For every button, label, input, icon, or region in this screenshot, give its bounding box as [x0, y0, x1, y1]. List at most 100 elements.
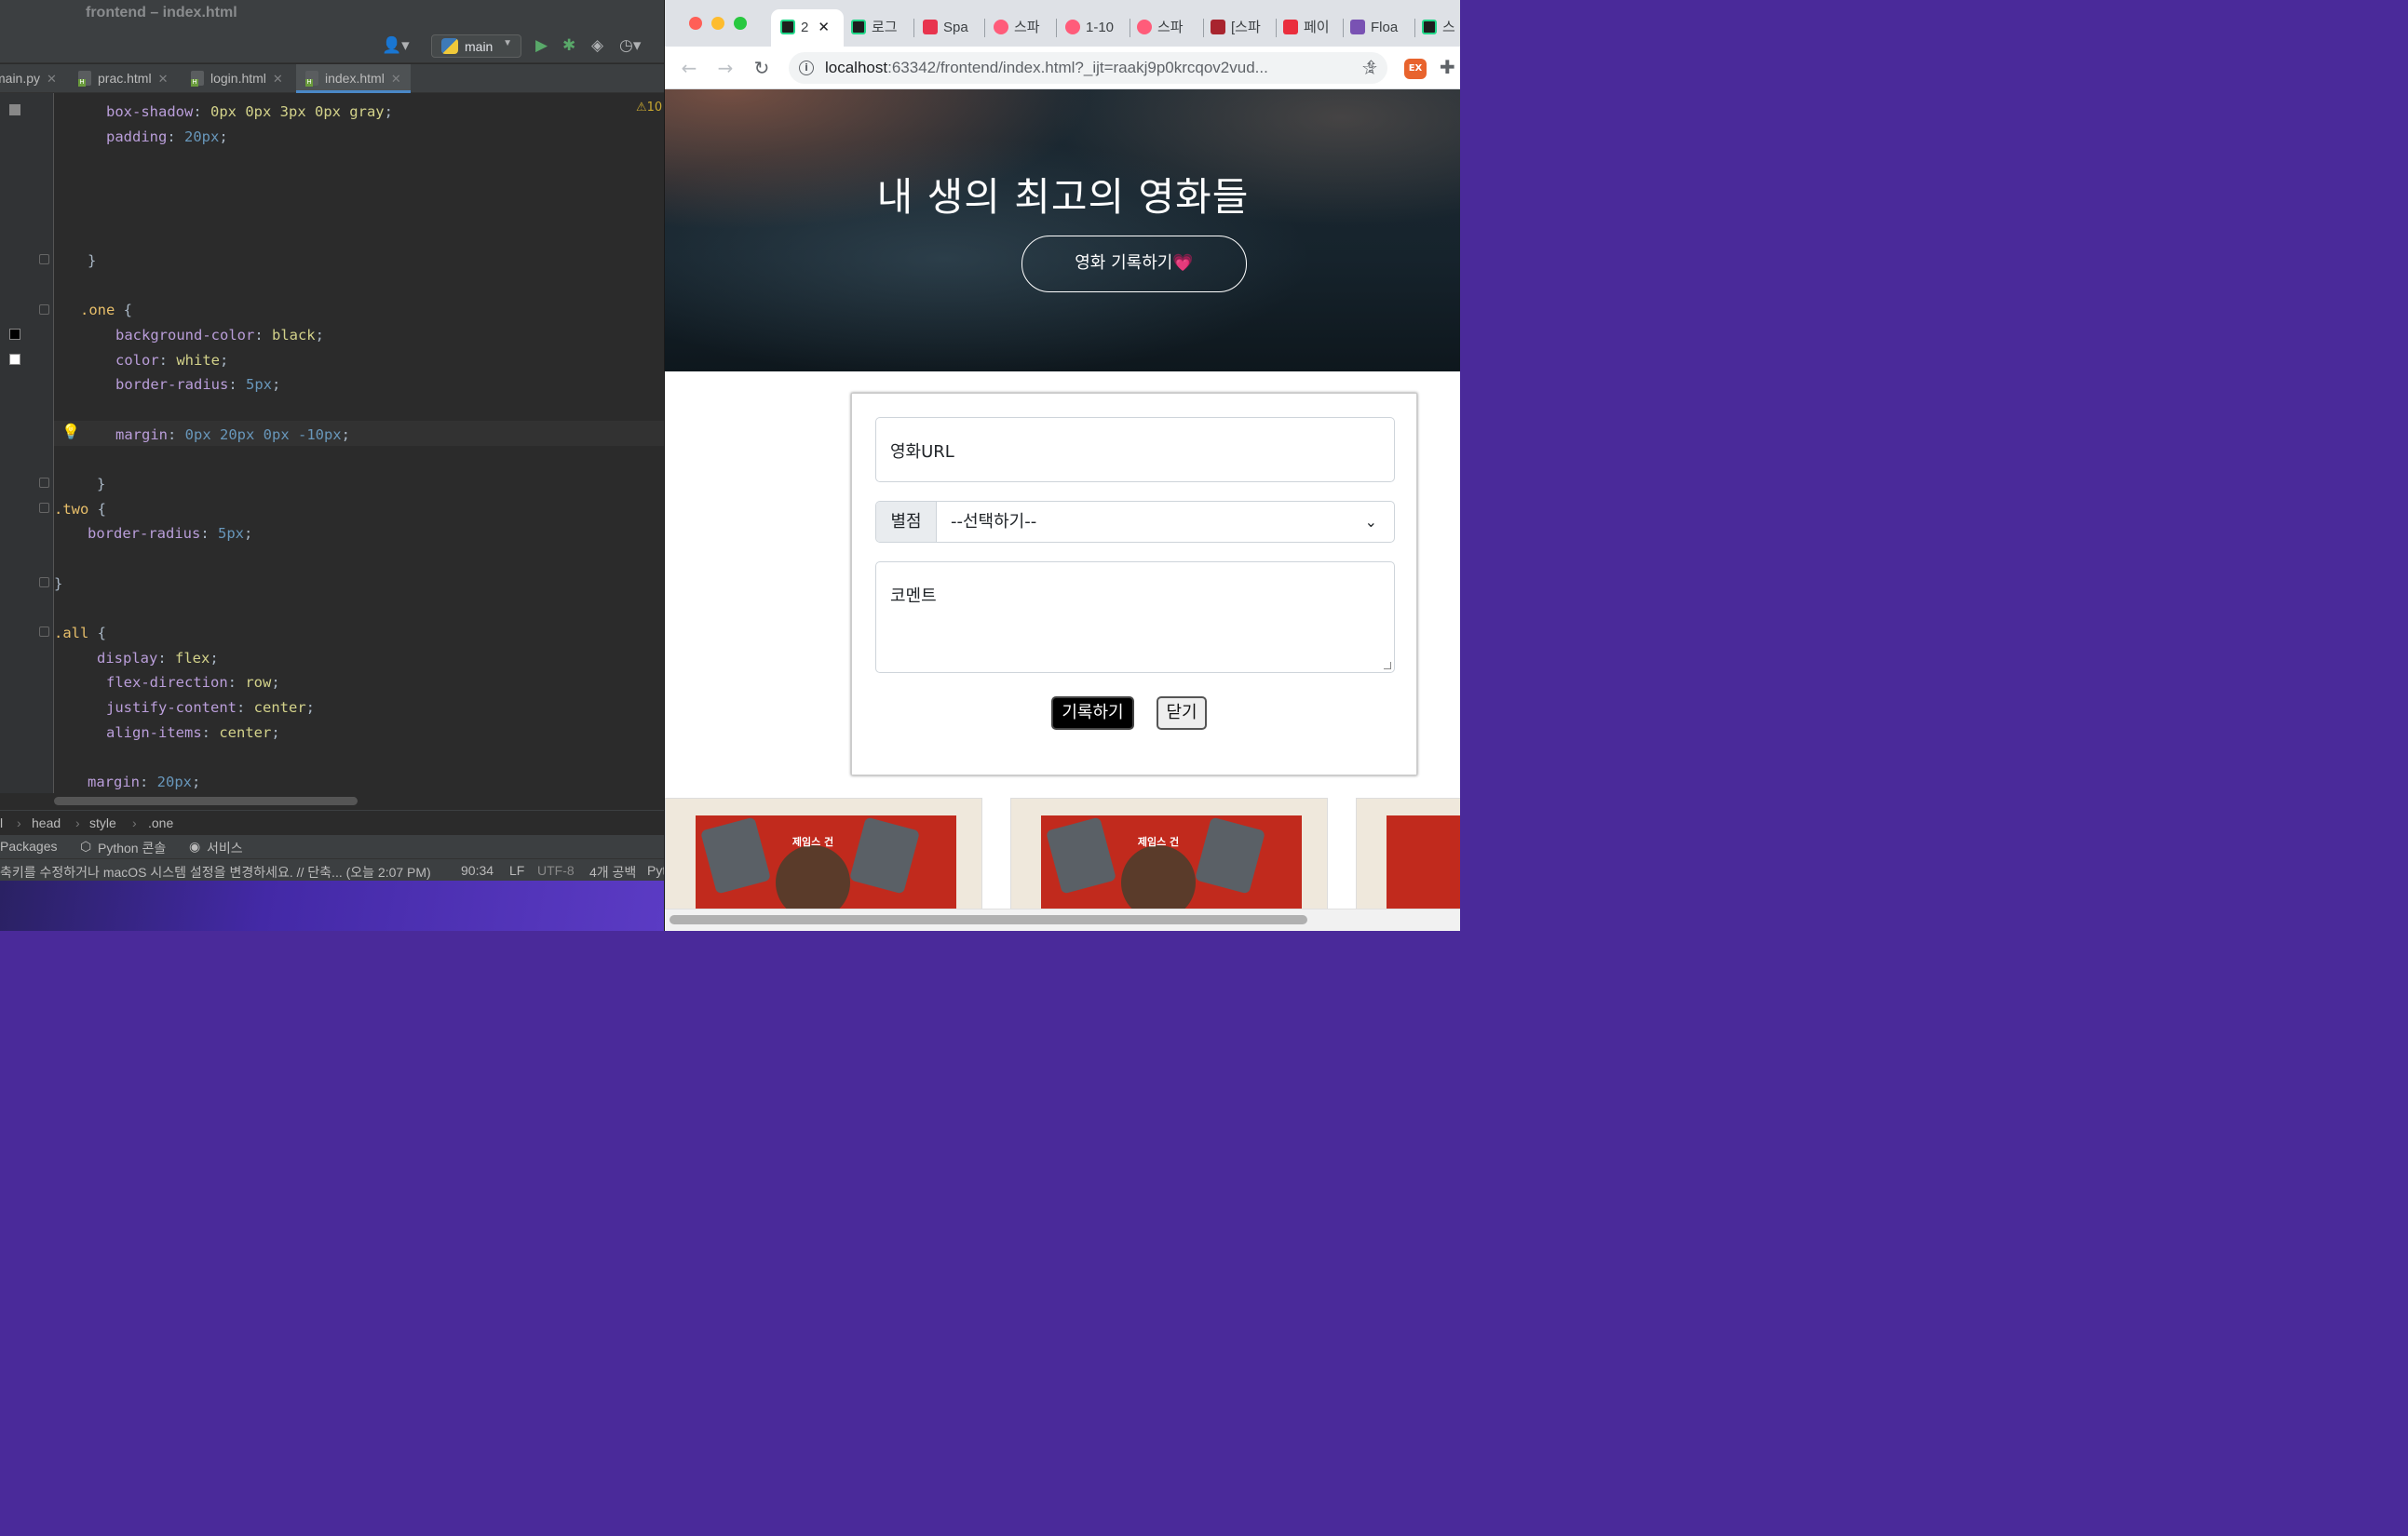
extensions-puzzle-icon[interactable]: ✚ — [1440, 56, 1455, 78]
chevron-down-icon: ⌄ — [1364, 513, 1377, 531]
fold-marker[interactable] — [39, 254, 49, 264]
status-message[interactable]: 축키를 수정하거나 macOS 시스템 설정을 변경하세요. // 단축... … — [0, 863, 431, 881]
extension-ex-icon[interactable]: EX — [1404, 59, 1427, 79]
code-line: box-shadow: 0px 0px 3px 0px gray; — [106, 103, 393, 120]
fold-marker[interactable] — [39, 478, 49, 488]
browser-tab[interactable]: [스파 — [1211, 9, 1274, 47]
tab-title: 1-10 — [1086, 20, 1115, 35]
editor-tabs: main.py ✕ prac.html ✕ login.html ✕ index.ht… — [0, 64, 664, 93]
code-line: display: flex; — [97, 650, 219, 667]
coverage-icon[interactable]: ◈ — [591, 36, 603, 55]
scrollbar-thumb[interactable] — [670, 915, 1307, 924]
poster-title: 제임스 건 — [1137, 836, 1180, 848]
close-icon[interactable]: ✕ — [158, 72, 169, 86]
window-close-button[interactable] — [689, 17, 702, 30]
interpreter[interactable]: Pyt — [647, 863, 664, 878]
record-movie-button[interactable]: 영화 기록하기💗 — [1021, 236, 1247, 292]
movie-card[interactable] — [1356, 798, 1460, 909]
browser-tab[interactable]: 1-10 — [1065, 9, 1127, 47]
close-icon[interactable]: ✕ — [818, 20, 830, 35]
debug-icon[interactable]: ✱ — [562, 36, 575, 55]
breadcrumb-item[interactable]: l — [0, 815, 3, 830]
browser-tab[interactable]: Spa — [923, 9, 979, 47]
movie-card[interactable]: 제임스 건 — [1010, 798, 1328, 909]
chevron-right-icon: › — [75, 815, 80, 830]
breadcrumb-item[interactable]: .one — [148, 815, 173, 830]
close-icon[interactable]: ✕ — [47, 72, 57, 86]
indent-setting[interactable]: 4개 공백 — [589, 863, 636, 881]
save-button[interactable]: 기록하기 — [1051, 696, 1134, 730]
back-arrow-icon[interactable]: ← — [676, 55, 702, 81]
fold-marker[interactable] — [39, 627, 49, 637]
comment-textarea[interactable]: 코멘트 — [875, 561, 1395, 673]
movie-url-input[interactable]: 영화URL — [875, 417, 1395, 482]
star-rating-select[interactable]: --선택하기-- ⌄ — [937, 502, 1394, 542]
window-minimize-button[interactable] — [711, 17, 724, 30]
tool-window-bar: Packages ⬡ Python 콘솔 ◉ 서비스 — [0, 835, 664, 858]
browser-tab[interactable]: 스파 — [994, 9, 1053, 47]
profile-icon[interactable]: ◷▾ — [619, 36, 641, 55]
tab-title: 2 — [801, 20, 809, 35]
browser-tab[interactable]: Floa — [1350, 9, 1412, 47]
tab-index-html[interactable]: index.html ✕ — [296, 64, 411, 93]
code-line: .all { — [54, 625, 106, 641]
code-editor[interactable]: ⚠10 💡 box-shadow: 0px 0px 3px 0px gray; … — [0, 93, 664, 793]
pycharm-icon — [851, 20, 866, 34]
tool-window-packages[interactable]: Packages — [0, 839, 57, 854]
tab-prac-html[interactable]: prac.html ✕ — [78, 64, 168, 93]
warning-count: 10 — [646, 101, 663, 115]
close-icon[interactable]: ✕ — [273, 72, 283, 86]
editor-horizontal-scrollbar[interactable] — [54, 797, 358, 805]
close-button[interactable]: 닫기 — [1157, 696, 1207, 730]
window-maximize-button[interactable] — [734, 17, 747, 30]
browser-tab[interactable]: 스 — [1422, 9, 1460, 47]
star-rating-label: 별점 — [876, 502, 937, 542]
breadcrumb-item[interactable]: style — [89, 815, 116, 830]
code-line: } — [54, 575, 63, 592]
run-config-dropdown[interactable]: main ▼ — [431, 34, 521, 58]
tab-title: 페이 — [1304, 20, 1330, 35]
bookmark-star-icon[interactable]: ☆ — [1357, 55, 1383, 81]
address-bar[interactable]: i localhost:63342/frontend/index.html?_i… — [789, 52, 1387, 84]
browser-tabstrip: 2 ✕ 로그 Spa 스파 1-10 스파 [스파 페이 Floa 스 — [665, 0, 1460, 47]
page-viewport: 내 생의 최고의 영화들 영화 기록하기💗 영화URL 별점 --선택하기-- … — [665, 89, 1460, 909]
run-icon[interactable]: ▶ — [535, 36, 548, 55]
close-icon[interactable]: ✕ — [391, 72, 401, 86]
info-icon[interactable]: i — [799, 61, 814, 75]
cursor-position[interactable]: 90:34 — [461, 863, 494, 878]
code-line: .one { — [80, 302, 132, 318]
tab-title: Floa — [1371, 20, 1399, 35]
line-separator[interactable]: LF — [509, 863, 524, 878]
code-line: .two { — [54, 501, 106, 518]
lightbulb-icon[interactable]: 💡 — [61, 423, 80, 440]
fold-marker[interactable] — [39, 304, 49, 315]
browser-tab-active[interactable]: 2 ✕ — [771, 9, 844, 47]
movie-poster-image — [1387, 815, 1460, 909]
warning-icon[interactable]: ⚠10 — [636, 101, 662, 115]
chevron-right-icon: › — [132, 815, 137, 830]
tab-title: [스파 — [1231, 20, 1261, 35]
user-icon[interactable]: 👤▾ — [382, 36, 410, 55]
browser-tab[interactable]: 페이 — [1283, 9, 1341, 47]
code-line: justify-content: center; — [106, 699, 315, 716]
code-line: margin: 20px; — [88, 774, 201, 790]
tool-window-python-console[interactable]: Python 콘솔 — [98, 839, 166, 857]
breadcrumb-item[interactable]: head — [32, 815, 61, 830]
browser-tab[interactable]: 스파 — [1137, 9, 1200, 47]
file-encoding[interactable]: UTF-8 — [537, 863, 575, 878]
fold-marker[interactable] — [39, 577, 49, 587]
resize-handle-icon[interactable] — [1384, 662, 1391, 669]
run-config-label: main — [465, 39, 494, 54]
fold-marker[interactable] — [39, 503, 49, 513]
movie-card[interactable]: 제임스 건 — [665, 798, 982, 909]
page-horizontal-scrollbar[interactable] — [665, 909, 1460, 931]
browser-tab[interactable]: 로그 — [851, 9, 911, 47]
color-swatch-gray — [9, 104, 20, 115]
forward-arrow-icon[interactable]: → — [712, 55, 738, 81]
tab-title: 스파 — [1157, 20, 1184, 35]
reload-icon[interactable]: ↻ — [749, 55, 775, 81]
tab-title: 스 — [1442, 20, 1455, 35]
tool-window-services[interactable]: 서비스 — [207, 839, 243, 857]
tab-login-html[interactable]: login.html ✕ — [191, 64, 283, 93]
tab-main-py[interactable]: main.py ✕ — [0, 64, 57, 93]
